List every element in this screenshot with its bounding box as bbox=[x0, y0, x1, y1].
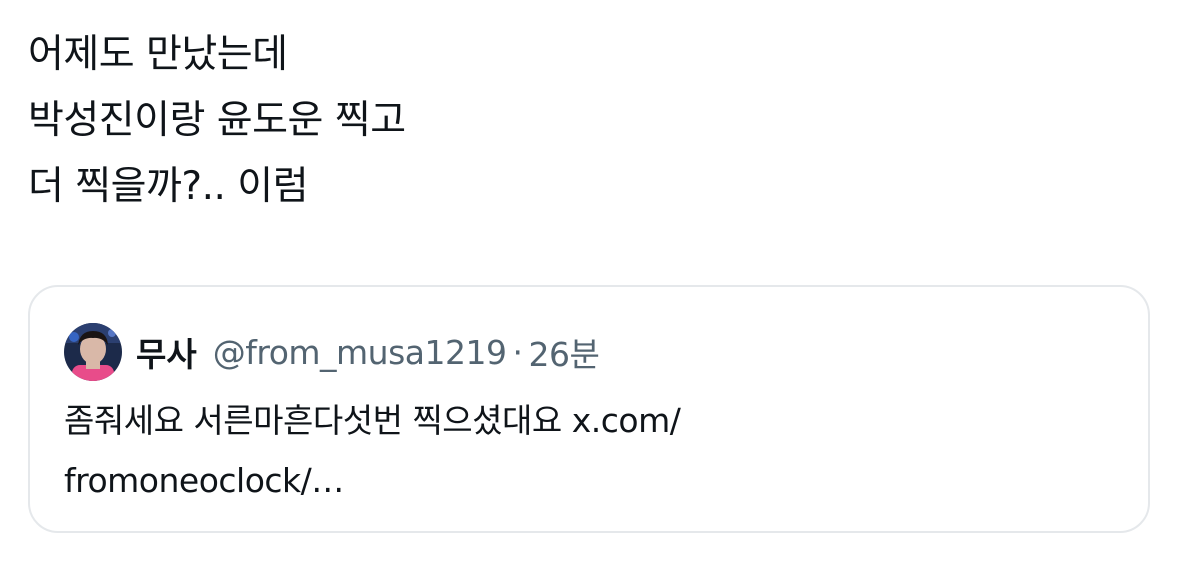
quoted-tweet-link-continued[interactable]: fromoneoclock/… bbox=[64, 451, 1124, 511]
display-name[interactable]: 무사 bbox=[136, 328, 197, 376]
quoted-tweet-card[interactable]: 무사 @from_musa1219 · 26분 좀줘세요 서른마흔다섯번 찍으셨… bbox=[28, 285, 1150, 533]
tweet-text-line: 어제도 만났는데 bbox=[28, 32, 288, 77]
tweet-text-line: 박성진이랑 윤도운 찍고 bbox=[28, 98, 406, 143]
quoted-tweet-header: 무사 @from_musa1219 · 26분 bbox=[64, 321, 600, 383]
quoted-tweet-link[interactable]: x.com/ bbox=[572, 401, 681, 440]
tweet-text-line: 더 찍을까?.. 이럼 bbox=[28, 164, 309, 209]
quoted-tweet-body: 좀줘세요 서른마흔다섯번 찍으셨대요 bbox=[64, 401, 572, 440]
avatar-photo-icon bbox=[64, 323, 122, 381]
avatar[interactable] bbox=[64, 323, 122, 381]
separator-dot: · bbox=[512, 332, 524, 372]
tweet-text: 어제도 만났는데 박성진이랑 윤도운 찍고 더 찍을까?.. 이럼 bbox=[28, 22, 406, 220]
quoted-tweet-text: 좀줘세요 서른마흔다섯번 찍으셨대요 x.com/ fromoneoclock/… bbox=[64, 391, 1124, 511]
quoted-tweet-line: 좀줘세요 서른마흔다섯번 찍으셨대요 x.com/ bbox=[64, 391, 1124, 451]
timestamp[interactable]: 26분 bbox=[529, 328, 600, 376]
user-handle[interactable]: @from_musa1219 bbox=[213, 333, 507, 372]
